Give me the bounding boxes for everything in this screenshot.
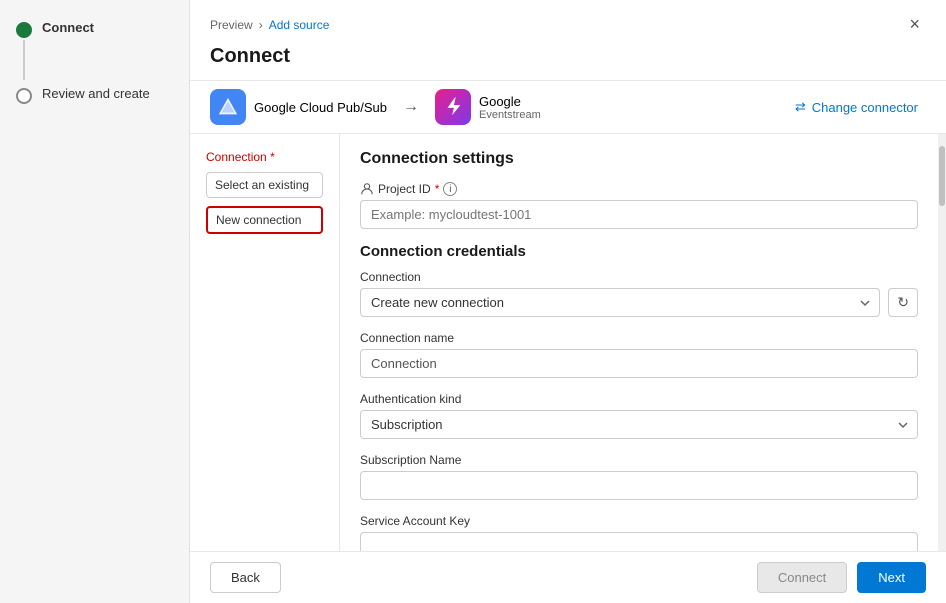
step-circle-review	[16, 88, 32, 104]
step-circle-connect	[16, 22, 32, 38]
connection-select-row: Create new connection ↻	[360, 288, 918, 317]
connection-settings-title: Connection settings	[360, 150, 918, 168]
connection-field-label: Connection *	[206, 150, 323, 164]
subscription-name-group: Subscription Name	[360, 453, 918, 500]
dialog-footer: Back Connect Next	[190, 551, 946, 603]
connection-dropdown-group: Connection Create new connection ↻	[360, 270, 918, 317]
footer-right: Connect Next	[757, 562, 926, 593]
breadcrumb-add-source: Add source	[269, 18, 330, 32]
step-connect: Connect	[16, 20, 173, 82]
dialog-header: Preview › Add source ×	[190, 0, 946, 41]
project-id-icon	[360, 182, 374, 196]
scrollbar-thumb	[939, 146, 945, 206]
service-account-group: Service Account Key	[360, 514, 918, 551]
dest-connector: Google Eventstream	[435, 89, 541, 125]
source-connector: Google Cloud Pub/Sub	[210, 89, 387, 125]
sidebar: Connect Review and create	[0, 0, 190, 603]
project-id-info-icon[interactable]: i	[443, 182, 457, 196]
change-connector-button[interactable]: ⇄ Change connector	[787, 95, 926, 119]
service-account-label: Service Account Key	[360, 514, 918, 528]
main-content: Preview › Add source × Connect Google Cl…	[190, 0, 946, 603]
dest-title: Google	[479, 94, 541, 109]
gcp-icon	[210, 89, 246, 125]
body-area: Connection * Select an existing New conn…	[190, 134, 946, 551]
breadcrumb: Preview › Add source	[210, 18, 329, 32]
auth-kind-label: Authentication kind	[360, 392, 918, 406]
dest-subtitle: Eventstream	[479, 109, 541, 121]
settings-panel: Connection settings Project ID * i Conne…	[340, 134, 938, 551]
subscription-name-input[interactable]	[360, 471, 918, 500]
project-id-input[interactable]	[360, 200, 918, 229]
auth-kind-group: Authentication kind Subscription	[360, 392, 918, 439]
connection-name-input[interactable]	[360, 349, 918, 378]
select-existing-button[interactable]: Select an existing	[206, 172, 323, 198]
connection-name-label: Connection name	[360, 331, 918, 345]
connection-select[interactable]: Create new connection	[360, 288, 880, 317]
page-title: Connect	[190, 41, 946, 80]
project-id-group: Project ID * i	[360, 182, 918, 229]
connection-name-group: Connection name	[360, 331, 918, 378]
source-name: Google Cloud Pub/Sub	[254, 100, 387, 115]
change-connector-icon: ⇄	[795, 99, 806, 115]
connector-arrow: →	[403, 98, 419, 116]
credentials-title: Connection credentials	[360, 243, 918, 260]
step-label-review: Review and create	[42, 86, 150, 101]
connector-row: Google Cloud Pub/Sub → Google Eventstrea…	[190, 80, 946, 134]
connect-button[interactable]: Connect	[757, 562, 847, 593]
subscription-name-label: Subscription Name	[360, 453, 918, 467]
close-button[interactable]: ×	[903, 12, 926, 37]
auth-kind-select[interactable]: Subscription	[360, 410, 918, 439]
breadcrumb-preview: Preview	[210, 18, 253, 32]
left-panel: Connection * Select an existing New conn…	[190, 134, 340, 551]
project-id-label: Project ID * i	[360, 182, 918, 196]
connection-dropdown-label: Connection	[360, 270, 918, 284]
eventstream-icon	[435, 89, 471, 125]
breadcrumb-separator: ›	[259, 18, 263, 32]
scrollbar[interactable]	[938, 134, 946, 551]
back-button[interactable]: Back	[210, 562, 281, 593]
footer-left: Back	[210, 562, 281, 593]
service-account-input[interactable]	[360, 532, 918, 551]
refresh-button[interactable]: ↻	[888, 288, 918, 317]
change-connector-label: Change connector	[812, 100, 918, 115]
step-label-connect: Connect	[42, 20, 94, 35]
new-connection-button[interactable]: New connection	[206, 206, 323, 234]
step-review: Review and create	[16, 86, 173, 104]
step-line	[23, 40, 25, 80]
dest-info: Google Eventstream	[479, 94, 541, 121]
next-button[interactable]: Next	[857, 562, 926, 593]
